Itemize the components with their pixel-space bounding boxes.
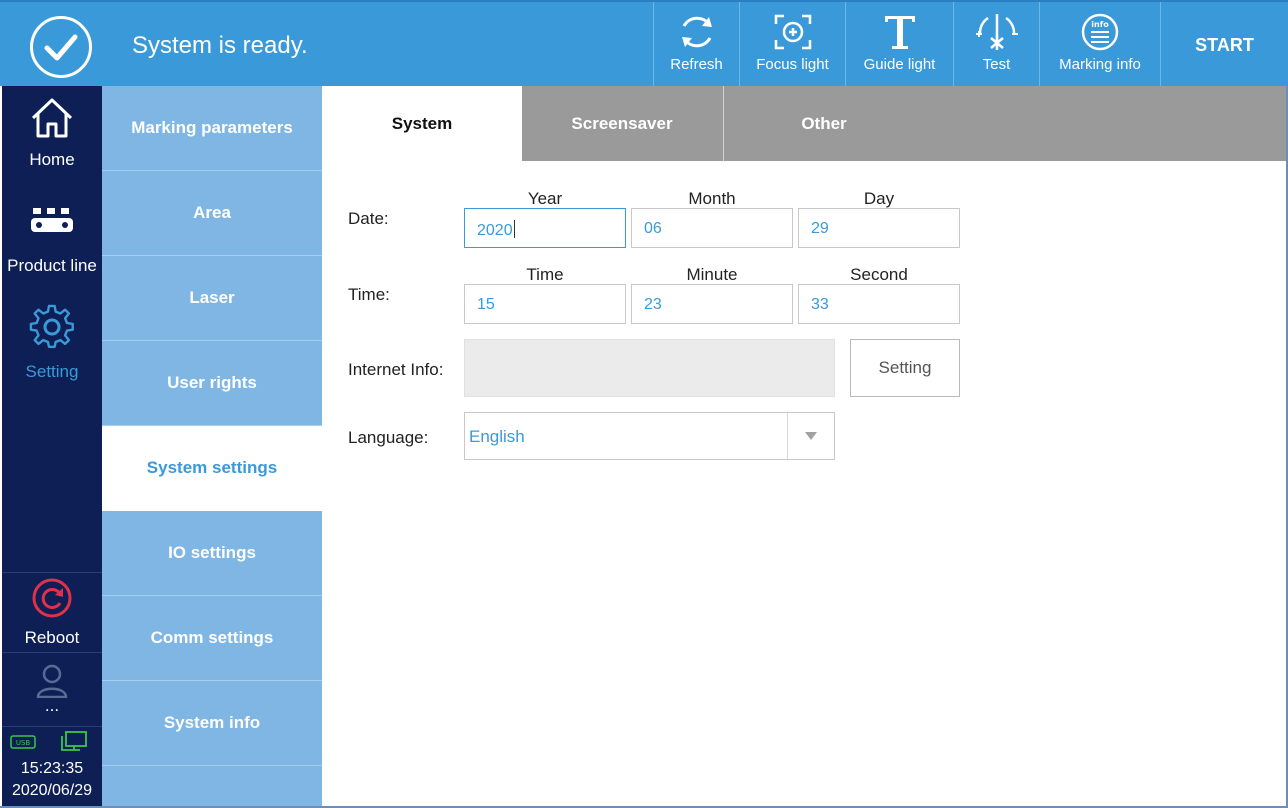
submenu-marking-parameters[interactable]: Marking parameters xyxy=(102,86,322,171)
day-input[interactable]: 29 xyxy=(798,208,960,248)
language-value: English xyxy=(469,427,525,446)
start-button[interactable]: START xyxy=(1160,2,1288,88)
laser-test-icon xyxy=(975,14,1018,50)
status-icons: USB xyxy=(2,730,102,756)
month-header: Month xyxy=(688,189,736,208)
status-text: System is ready. xyxy=(132,32,308,59)
focus-light-button[interactable]: Focus light xyxy=(739,2,845,88)
guide-light-label: Guide light xyxy=(863,56,936,73)
home-icon xyxy=(31,98,73,138)
settings-submenu: Marking parameters Area Laser User right… xyxy=(102,86,322,806)
chevron-down-icon xyxy=(805,432,817,440)
month-input[interactable]: 06 xyxy=(631,208,793,248)
hour-header: Time xyxy=(526,265,564,284)
reboot-button[interactable]: Reboot xyxy=(2,578,102,648)
internet-info-label: Internet Info: xyxy=(348,360,444,379)
top-bar: System is ready. Refresh Focus light Gui… xyxy=(0,0,1288,88)
user-icon xyxy=(36,664,68,698)
nav-home-label: Home xyxy=(29,150,75,169)
nav-divider-2 xyxy=(2,652,102,653)
test-label: Test xyxy=(982,56,1011,73)
submenu-io-settings[interactable]: IO settings xyxy=(102,511,322,596)
date-label: Date: xyxy=(348,209,389,228)
submenu-area[interactable]: Area xyxy=(102,171,322,256)
refresh-icon xyxy=(681,16,712,48)
submenu-laser[interactable]: Laser xyxy=(102,256,322,341)
refresh-label: Refresh xyxy=(670,56,723,73)
guide-light-button[interactable]: Guide light xyxy=(845,2,953,88)
marking-info-button[interactable]: info Marking info xyxy=(1039,2,1160,88)
year-header: Year xyxy=(527,189,563,208)
nav-product-line[interactable]: Product line xyxy=(2,204,102,276)
nav-divider xyxy=(2,572,102,573)
language-dropdown-toggle[interactable] xyxy=(787,413,834,459)
info-icon: info xyxy=(1081,13,1119,51)
nav-setting[interactable]: Setting xyxy=(2,304,102,382)
test-button[interactable]: Test xyxy=(953,2,1039,88)
focus-icon xyxy=(774,14,811,50)
nav-setting-label: Setting xyxy=(25,362,79,381)
ready-check-icon xyxy=(30,16,92,78)
submenu-comm-settings[interactable]: Comm settings xyxy=(102,596,322,681)
nav-product-line-label: Product line xyxy=(7,256,97,275)
year-value: 2020 xyxy=(477,222,513,239)
nav-home[interactable]: Home xyxy=(2,96,102,170)
user-account[interactable]: ... xyxy=(2,664,102,714)
usb-icon: USB xyxy=(10,735,36,749)
gear-icon xyxy=(29,304,74,348)
refresh-button[interactable]: Refresh xyxy=(653,2,739,88)
marking-info-label: Marking info xyxy=(1059,56,1141,73)
hour-input[interactable]: 15 xyxy=(464,284,626,324)
conveyor-icon xyxy=(31,208,73,232)
submenu-user-rights[interactable]: User rights xyxy=(102,341,322,426)
text-cursor xyxy=(513,220,515,238)
clock-date: 2020/06/29 xyxy=(11,782,93,799)
internet-setting-button[interactable]: Setting xyxy=(850,339,960,397)
svg-text:info: info xyxy=(1091,20,1109,29)
tab-screensaver[interactable]: Screensaver xyxy=(522,86,722,161)
reboot-label: Reboot xyxy=(24,628,80,647)
submenu-system-info[interactable]: System info xyxy=(102,681,322,766)
language-label: Language: xyxy=(348,428,429,447)
time-label: Time: xyxy=(348,285,390,304)
focus-light-label: Focus light xyxy=(756,56,829,73)
submenu-system-settings[interactable]: System settings xyxy=(102,426,322,511)
minute-input[interactable]: 23 xyxy=(631,284,793,324)
tab-bar: System Screensaver Other xyxy=(322,86,1286,161)
internet-info-display xyxy=(464,339,835,397)
minute-header: Minute xyxy=(686,265,738,284)
svg-text:USB: USB xyxy=(16,739,31,747)
left-nav: Home Product line Setting Reboot ... USB… xyxy=(2,86,102,806)
user-name: ... xyxy=(44,696,60,715)
reboot-icon xyxy=(32,578,72,618)
clock-time: 15:23:35 xyxy=(20,760,84,777)
tab-other[interactable]: Other xyxy=(724,86,924,161)
nav-divider-3 xyxy=(2,726,102,727)
system-settings-panel: Date: Year Month Day 2020 06 29 Time: Ti… xyxy=(322,161,1286,806)
year-input[interactable]: 2020 xyxy=(464,208,626,248)
text-t-icon xyxy=(884,16,915,49)
tab-system[interactable]: System xyxy=(322,86,522,161)
day-header: Day xyxy=(863,189,895,208)
second-header: Second xyxy=(850,265,908,284)
second-input[interactable]: 33 xyxy=(798,284,960,324)
network-icon xyxy=(61,731,87,751)
language-select[interactable]: English xyxy=(464,412,835,460)
